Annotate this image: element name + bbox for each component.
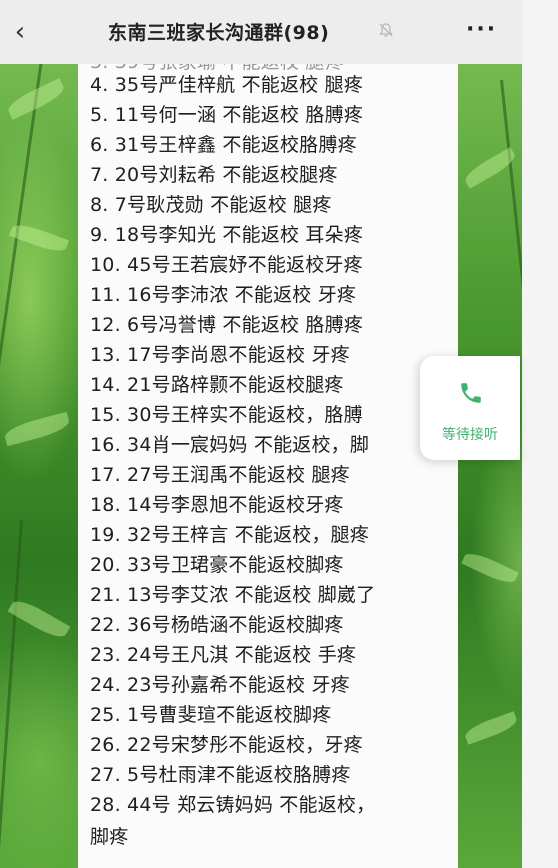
list-item: 25. 1号曹斐瑄不能返校脚疼 [90, 704, 332, 726]
chat-header: ‹ 东南三班家长沟通群(98) ··· [0, 0, 522, 64]
list-item: 14. 21号路梓颢不能返校腿疼 [90, 374, 344, 396]
list-item: 19. 32号王梓言 不能返校，腿疼 [90, 524, 370, 546]
list-item: 17. 27号王润禹不能返校 腿疼 [90, 464, 350, 486]
list-item: 23. 24号王凡淇 不能返校 手疼 [90, 644, 357, 666]
right-edge-strip [522, 0, 558, 868]
list-item: 26. 22号宋梦彤不能返校，牙疼 [90, 734, 363, 756]
list-item: 5. 11号何一涵 不能返校 胳膊疼 [90, 104, 364, 126]
list-item: 22. 36号杨皓涵不能返校脚疼 [90, 614, 344, 636]
list-item: 24. 23号孙嘉希不能返校 牙疼 [90, 674, 350, 696]
list-item: 18. 14号李恩旭不能返校牙疼 [90, 494, 344, 516]
message-list: 3. 39号张家瑜 不能返校 腿疼 4. 35号严佳梓航 不能返校 腿疼 5. … [90, 54, 375, 852]
list-item: 21. 13号李艾浓 不能返校 脚崴了 [90, 584, 376, 606]
call-waiting-widget[interactable]: 等待接听 [420, 356, 520, 460]
list-item: 20. 33号卫珺豪不能返校脚疼 [90, 554, 344, 576]
list-item: 9. 18号李知光 不能返校 耳朵疼 [90, 224, 364, 246]
bell-muted-icon [379, 23, 393, 37]
list-item: 7. 20号刘耘希 不能返校腿疼 [90, 164, 338, 186]
chat-title: 东南三班家长沟通群(98) [108, 22, 330, 44]
list-item: 6. 31号王梓鑫 不能返校胳膊疼 [90, 134, 357, 156]
list-item: 11. 16号李沛浓 不能返校 牙疼 [90, 284, 357, 306]
call-status-label: 等待接听 [442, 427, 498, 443]
message-bubble: 3. 39号张家瑜 不能返校 腿疼 4. 35号严佳梓航 不能返校 腿疼 5. … [78, 52, 458, 868]
list-item: 12. 6号冯誉博 不能返校 胳膊疼 [90, 314, 364, 336]
list-item-continuation: 脚疼 [90, 826, 129, 848]
list-item: 8. 7号耿茂勋 不能返校 腿疼 [90, 194, 332, 216]
list-item: 13. 17号李尚恩不能返校 牙疼 [90, 344, 350, 366]
more-horizontal-icon[interactable]: ··· [466, 19, 496, 44]
list-item: 28. 44号 郑云铸妈妈 不能返校， [90, 794, 376, 816]
list-item: 16. 34肖一宸妈妈 不能返校，脚 [90, 434, 370, 456]
list-item: 27. 5号杜雨津不能返校胳膊疼 [90, 764, 351, 786]
list-item: 4. 35号严佳梓航 不能返校 腿疼 [90, 74, 364, 96]
list-item: 15. 30号王梓实不能返校，胳膊 [90, 404, 363, 426]
chevron-left-icon[interactable]: ‹ [8, 18, 32, 46]
list-item: 10. 45号王若宸妤不能返校牙疼 [90, 254, 363, 276]
phone-icon [461, 383, 481, 403]
